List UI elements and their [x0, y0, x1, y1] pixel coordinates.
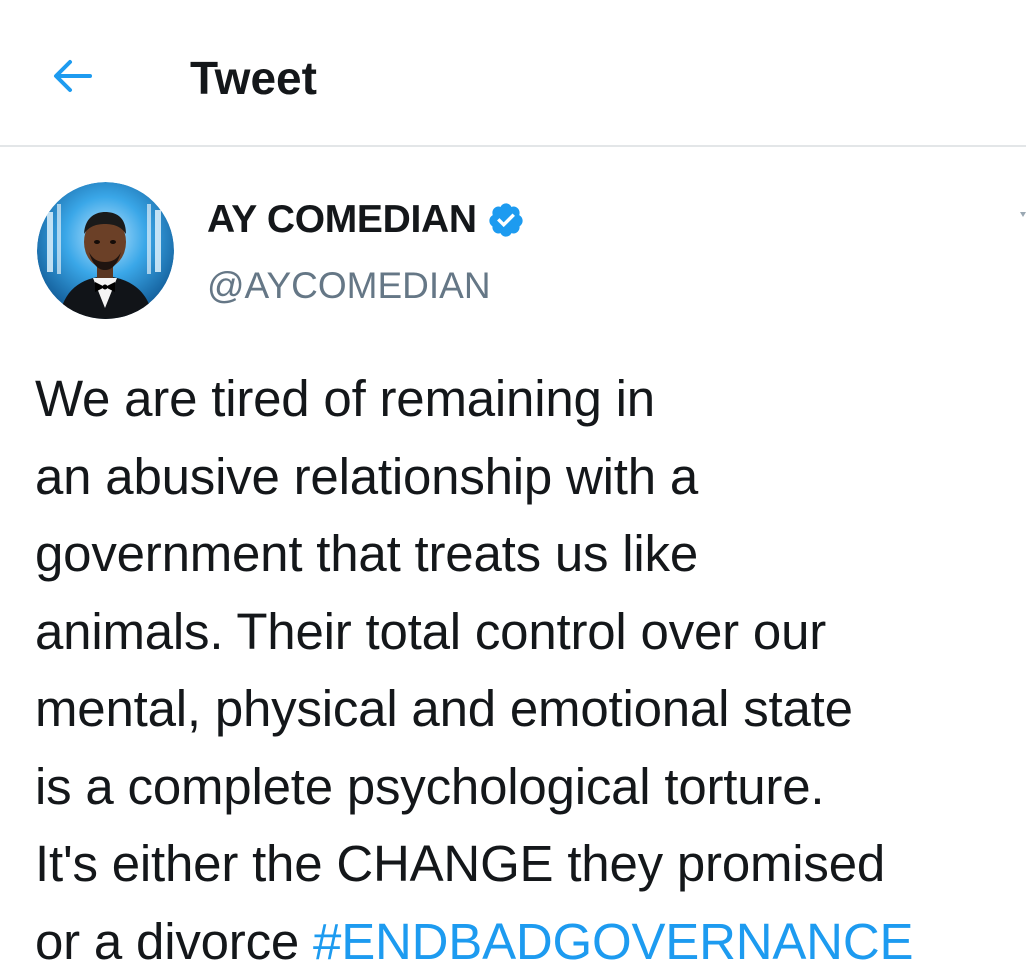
display-name: AY COMEDIAN — [207, 196, 477, 244]
tweet-text-fragment: or a divorce — [35, 913, 313, 970]
chevron-down-icon[interactable] — [1014, 208, 1026, 224]
tweet-line: It's either the CHANGE they promised — [35, 825, 1025, 903]
tweet-line: is a complete psychological torture. — [35, 748, 1025, 826]
profile-photo — [37, 182, 174, 319]
tweet-line: We are tired of remaining in — [35, 360, 1025, 438]
back-button[interactable] — [44, 50, 100, 102]
tweet-last-line: or a divorce #ENDBADGOVERNANCE — [35, 903, 1025, 980]
tweet-body: We are tired of remaining in an abusive … — [35, 360, 1025, 980]
hashtag-link[interactable]: #ENDBADGOVERNANCE — [313, 913, 913, 970]
tweet-line: government that treats us like — [35, 515, 1025, 593]
author-handle[interactable]: @AYCOMEDIAN — [207, 263, 491, 309]
caret-icon — [1014, 208, 1026, 224]
author-name-row[interactable]: AY COMEDIAN — [207, 196, 525, 244]
page-title: Tweet — [190, 50, 317, 106]
verified-badge-icon — [487, 201, 525, 239]
top-app-bar: Tweet — [0, 0, 1026, 147]
tweet-line: animals. Their total control over our — [35, 593, 1025, 671]
tweet-line: an abusive relationship with a — [35, 438, 1025, 516]
tweet-line: mental, physical and emotional state — [35, 670, 1025, 748]
avatar[interactable] — [37, 182, 174, 319]
arrow-left-icon — [50, 54, 94, 98]
